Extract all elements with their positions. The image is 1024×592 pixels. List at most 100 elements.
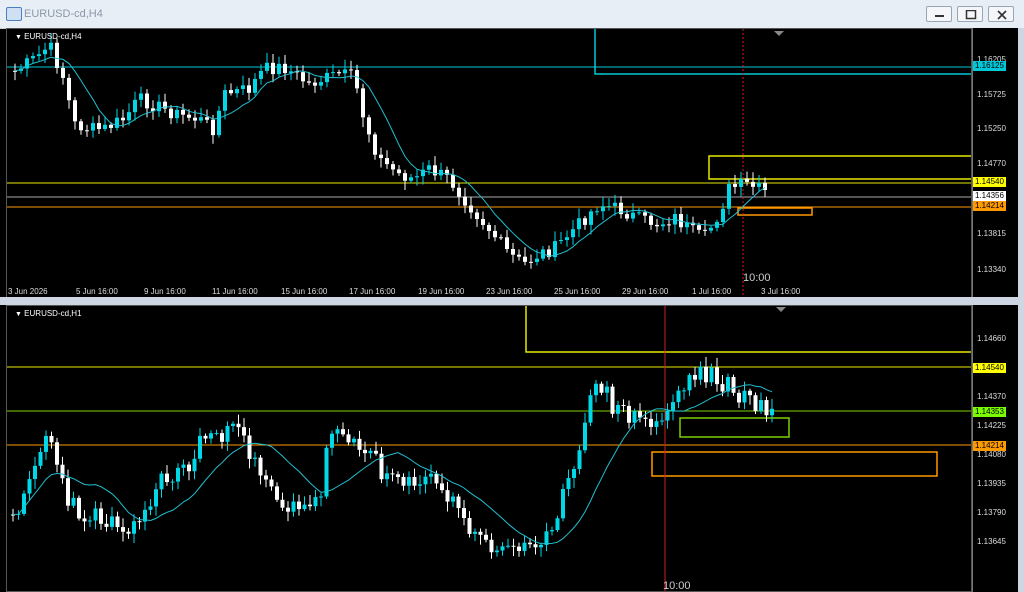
h4-candle-body	[73, 100, 77, 122]
h4-candle-body	[403, 173, 407, 181]
h1-candle-body	[748, 390, 752, 396]
h1-candle-body	[445, 490, 450, 502]
h4-price-label: 1.13340	[977, 265, 1006, 274]
h1-candle-body	[621, 404, 626, 406]
h1-candle-body	[346, 434, 351, 443]
h4-price-axis[interactable]: 1.16205 1.15725 1.15250 1.14770 1.13815 1.133…	[972, 28, 1019, 298]
h4-time-label: 11 Jun 16:00	[212, 287, 258, 296]
h4-time-label: 15 Jun 16:00	[281, 287, 328, 296]
h4-candle-body	[139, 93, 143, 100]
h4-candle-body	[409, 177, 413, 181]
h4-candle-body	[457, 187, 461, 197]
h4-candle-body	[685, 222, 689, 228]
h1-candle-body	[154, 489, 158, 507]
h1-zone-box	[525, 306, 971, 353]
h1-candle-body	[148, 506, 153, 510]
h1-candle-body	[522, 542, 527, 551]
pane-separator[interactable]	[0, 297, 1024, 305]
h1-candle-body	[451, 496, 455, 502]
h1-candle-body	[280, 499, 285, 508]
h1-candle-body	[731, 376, 736, 393]
h4-candle-body	[475, 212, 479, 220]
h1-price-axis[interactable]: 1.146601.145151.143701.142251.140801.139…	[972, 305, 1019, 592]
h4-candle-body	[211, 119, 215, 136]
chart-window-icon	[6, 7, 22, 21]
h1-candle-body	[500, 546, 505, 551]
h1-candle-body	[165, 473, 169, 483]
h4-candle-body	[79, 121, 83, 131]
h1-candle-body	[225, 426, 230, 442]
h1-candle-body	[302, 504, 307, 510]
h4-time-label: 3 Jul 16:00	[761, 287, 801, 296]
h4-candle-body	[121, 117, 125, 121]
h1-candle-body	[385, 473, 389, 480]
h1-candle-body	[478, 531, 483, 535]
minimize-button[interactable]	[926, 6, 952, 22]
h1-candle-body	[698, 366, 703, 380]
h1-candle-body	[330, 433, 334, 448]
h4-candle-body	[169, 108, 173, 119]
h1-price-tag: 1.14540	[973, 363, 1006, 373]
h4-candle-body	[739, 178, 743, 187]
h1-price-label: 1.13645	[977, 537, 1006, 546]
h4-candle-body	[145, 93, 149, 109]
h4-symbol-label: ▼ EURUSD-cd,H4	[15, 32, 82, 41]
h4-candle-body	[241, 85, 245, 90]
h4-candle-body	[67, 77, 71, 101]
maximize-button[interactable]	[957, 6, 983, 22]
h1-candle-body	[533, 544, 538, 548]
h1-candles[interactable]	[7, 306, 972, 592]
h1-candle-body	[110, 516, 114, 527]
h4-candle-body	[649, 215, 653, 225]
h4-candle-body	[319, 82, 323, 86]
h1-candle-body	[643, 417, 648, 419]
h1-candle-body	[368, 450, 373, 454]
h4-candle-body	[517, 254, 521, 257]
h4-candle-body	[235, 89, 239, 94]
h1-candle-body	[517, 546, 521, 551]
h4-candle-body	[505, 237, 509, 250]
h1-price-tag: 1.14214	[973, 441, 1006, 451]
h1-candle-body	[489, 539, 494, 553]
h1-candle-body	[132, 521, 136, 534]
h4-candle-body	[625, 214, 629, 219]
close-button[interactable]	[988, 6, 1014, 22]
h4-time-label: 9 Jun 16:00	[144, 287, 186, 296]
h4-time-label: 1 Jul 16:00	[692, 287, 732, 296]
h1-candle-body	[159, 473, 164, 490]
h1-candle-body	[770, 408, 774, 416]
h4-candle-body	[373, 134, 377, 155]
h1-candle-body	[616, 404, 620, 414]
h1-candle-body	[632, 411, 637, 423]
h1-candle-body	[390, 473, 395, 475]
h1-candle-body	[324, 447, 329, 497]
h1-candle-body	[115, 516, 120, 528]
h4-candle-body	[667, 224, 671, 226]
h1-candle-body	[462, 508, 466, 519]
h4-candle-body	[55, 42, 59, 68]
h1-candle-body	[176, 467, 180, 482]
h4-candle-body	[451, 174, 455, 188]
h1-candle-body	[335, 429, 340, 434]
h1-chart-pane[interactable]: ▼ EURUSD-cd,H1 10:00	[6, 305, 972, 592]
h4-candle-body	[415, 176, 419, 178]
h4-candle-body	[463, 196, 467, 206]
h1-zone-box	[651, 451, 938, 477]
h1-candle-body	[709, 367, 714, 383]
h1-candle-body	[33, 465, 37, 480]
h1-candle-body	[737, 392, 741, 403]
h4-candle-body	[607, 206, 611, 208]
h1-price-label: 1.14225	[977, 421, 1006, 430]
h4-candles[interactable]	[7, 29, 972, 298]
h4-candle-body	[247, 85, 251, 93]
h1-candle-body	[27, 479, 32, 494]
title-bar[interactable]: EURUSD-cd,H4	[0, 0, 1024, 29]
h1-candle-body	[407, 477, 411, 486]
h1-candle-body	[610, 386, 615, 414]
h1-candle-body	[682, 390, 686, 392]
h4-price-tag: 1.14356	[973, 191, 1006, 201]
h4-moving-average	[14, 56, 766, 257]
h4-candle-body	[613, 202, 617, 207]
h4-candle-body	[751, 181, 755, 187]
h4-chart-pane[interactable]: ▼ EURUSD-cd,H4 10:00	[6, 28, 972, 298]
